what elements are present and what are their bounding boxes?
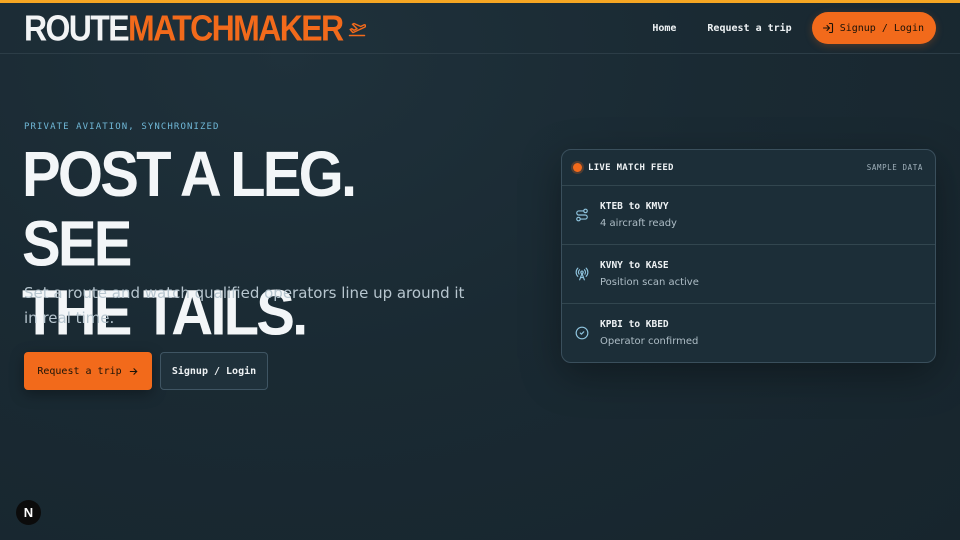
feed-item-route: KPBI to KBED <box>600 319 669 330</box>
site-header: ROUTE MATCHMAKER Home Request a trip Sig… <box>0 3 960 54</box>
nav-request-trip-link[interactable]: Request a trip <box>707 23 791 34</box>
feed-title: LIVE MATCH FEED <box>588 162 674 173</box>
route-icon <box>576 208 588 222</box>
hero-cta-row: Request a trip Signup / Login <box>24 352 268 390</box>
feed-item-status: Position scan active <box>600 277 699 288</box>
live-match-feed-card: LIVE MATCH FEED SAMPLE DATA KTEB to KMVY… <box>561 149 936 363</box>
request-trip-label: Request a trip <box>37 365 122 377</box>
log-in-icon <box>822 22 833 34</box>
logo-word-matchmaker: MATCHMAKER <box>128 7 344 49</box>
feed-item-status: 4 aircraft ready <box>600 218 677 229</box>
plane-takeoff-icon <box>348 22 366 37</box>
live-indicator-dot <box>573 163 582 172</box>
logo-word-route: ROUTE <box>24 7 130 49</box>
hero-subtitle: Set a route and watch qualified operator… <box>24 284 465 327</box>
check-circle-icon <box>575 326 589 340</box>
feed-item-status: Operator confirmed <box>600 336 699 347</box>
dev-tools-badge[interactable]: N <box>16 500 41 525</box>
logo[interactable]: ROUTE MATCHMAKER <box>24 7 366 49</box>
main-nav: Home Request a trip Signup / Login <box>652 12 936 44</box>
feed-item: KVNY to KASE Position scan active <box>562 245 935 304</box>
feed-item-route: KVNY to KASE <box>600 260 669 271</box>
nav-home-link[interactable]: Home <box>652 23 676 34</box>
radio-tower-icon <box>575 267 589 281</box>
feed-header: LIVE MATCH FEED SAMPLE DATA <box>562 150 935 186</box>
signup-login-label: Signup / Login <box>839 22 924 34</box>
feed-item: KTEB to KMVY 4 aircraft ready <box>562 186 935 245</box>
arrow-right-icon <box>129 367 137 375</box>
headline-line-1: POST A LEG. SEE <box>22 138 357 280</box>
feed-item-route: KTEB to KMVY <box>600 201 669 212</box>
sample-data-badge: SAMPLE DATA <box>866 163 923 172</box>
feed-item: KPBI to KBED Operator confirmed <box>562 304 935 362</box>
hero-eyebrow: PRIVATE AVIATION, SYNCHRONIZED <box>24 122 220 132</box>
request-trip-button[interactable]: Request a trip <box>24 352 152 390</box>
signup-login-button[interactable]: Signup / Login <box>811 12 936 44</box>
hero-signup-login-button[interactable]: Signup / Login <box>160 352 268 390</box>
